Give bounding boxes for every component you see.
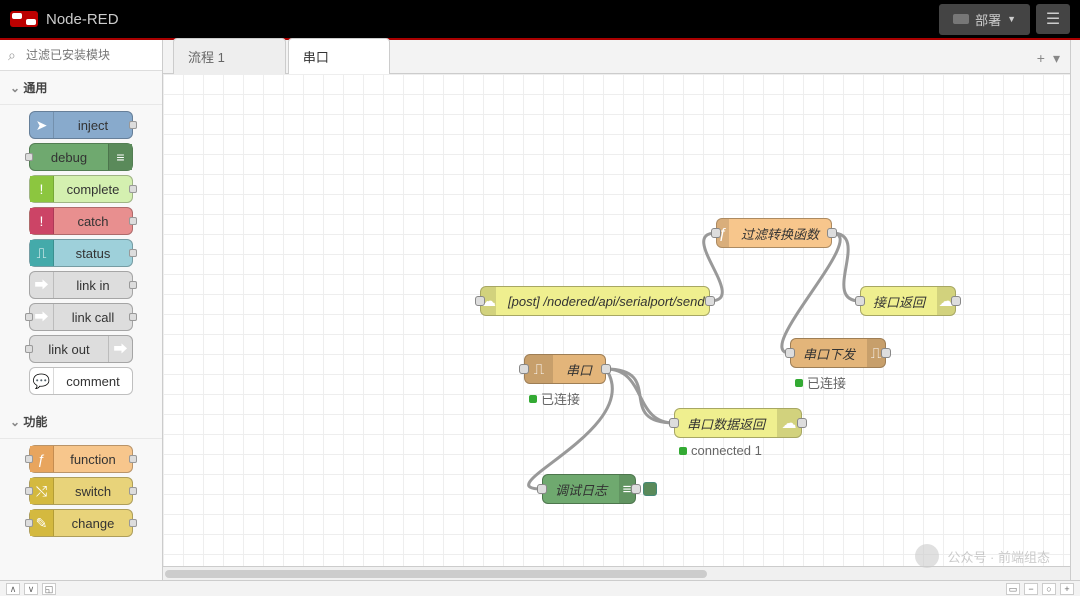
node-label: [post] /nodered/api/serialport/send [496,294,717,309]
palette-category[interactable]: 通用 [0,71,162,105]
node-label: 串口 [553,360,605,379]
node-label: link in [54,278,132,293]
zoom-in-button[interactable]: + [1060,583,1074,595]
node-label: 串口数据返回 [675,414,777,433]
palette-node-change[interactable]: ✎change [29,509,133,537]
palette-node-comment[interactable]: 💬comment [29,367,133,395]
deploy-icon [953,14,969,24]
node-label: 接口返回 [861,292,937,311]
node-label: catch [54,214,132,229]
node-icon: ⎍ [30,240,54,266]
node-icon: ⎍ [525,355,553,383]
zoom-out-button[interactable]: − [1024,583,1038,595]
node-label: status [54,246,132,261]
horizontal-scrollbar[interactable] [163,566,1070,580]
deploy-button[interactable]: 部署 ▼ [939,4,1030,35]
tab-label: 串口 [303,50,329,65]
node-label: comment [54,374,132,389]
zoom-reset-button[interactable]: ▭ [1006,583,1020,595]
palette-node-switch[interactable]: ⤭switch [29,477,133,505]
node-status: connected 1 [679,443,762,458]
node-label: 串口下发 [791,344,867,363]
palette-filter-input[interactable] [0,40,162,71]
footer-bar: ∧ ∨ ◱ ▭ − ○ + [0,580,1080,596]
node-icon: ⮕ [108,336,132,362]
zoom-fit-button[interactable]: ○ [1042,583,1056,595]
hamburger-menu-button[interactable]: ☰ [1036,4,1070,34]
palette-node-complete[interactable]: !complete [29,175,133,203]
node-label: change [54,516,132,531]
flow-node[interactable]: 调试日志≡ [542,474,636,504]
flow-node[interactable]: ☁[post] /nodered/api/serialport/send [480,286,710,316]
node-icon: ✎ [30,510,54,536]
node-icon: ⮕ [30,304,54,330]
node-icon: ≡ [108,144,132,170]
node-label: 调试日志 [543,480,619,499]
tab-flow1[interactable]: 流程 1 [173,38,286,74]
brand-name: Node-RED [46,11,119,28]
app-header: Node-RED 部署 ▼ ☰ [0,0,1080,40]
logo-icon [10,11,38,27]
node-status: 已连接 [795,373,846,392]
sidebar-right[interactable] [1070,40,1080,580]
palette-node-link-out[interactable]: link out⮕ [29,335,133,363]
node-icon: 💬 [30,368,54,394]
palette-node-inject[interactable]: ➤inject [29,111,133,139]
node-label: inject [54,118,132,133]
flow-node[interactable]: ⎍串口已连接 [524,354,606,384]
palette-node-status[interactable]: ⎍status [29,239,133,267]
palette-node-debug[interactable]: debug≡ [29,143,133,171]
navigator-button[interactable]: ◱ [42,583,56,595]
palette-up-button[interactable]: ∧ [6,583,20,595]
palette-node-catch[interactable]: !catch [29,207,133,235]
flow-node[interactable]: 串口下发⎍已连接 [790,338,886,368]
palette-node-link-call[interactable]: ⮕link call [29,303,133,331]
deploy-label: 部署 [975,10,1001,29]
node-icon: ⤭ [30,478,54,504]
node-label: 过滤转换函数 [729,224,831,243]
add-tab-button[interactable]: + [1037,50,1045,67]
search-icon [0,40,162,71]
node-label: switch [54,484,132,499]
palette-node-link-in[interactable]: ⮕link in [29,271,133,299]
node-status: 已连接 [529,389,580,408]
flow-node[interactable]: 串口数据返回☁connected 1 [674,408,802,438]
node-icon: ! [30,208,54,234]
node-label: function [54,452,132,467]
tab-menu-button[interactable]: ▾ [1053,50,1060,67]
node-icon: ⮕ [30,272,54,298]
palette-category[interactable]: 功能 [0,405,162,439]
chevron-down-icon: ▼ [1007,14,1016,24]
node-icon: ➤ [30,112,54,138]
tab-label: 流程 1 [188,50,225,65]
node-label: complete [54,182,132,197]
tab-serial[interactable]: 串口 [288,38,390,74]
workspace: 流程 1 串口 + ▾ ☁[post] /nodered/api/serialp… [163,40,1070,580]
flow-node[interactable]: 接口返回☁ [860,286,956,316]
node-label: link out [30,342,108,357]
flow-canvas[interactable]: ☁[post] /nodered/api/serialport/send ƒ过滤转… [163,74,1070,566]
flow-node[interactable]: ƒ过滤转换函数 [716,218,832,248]
palette-node-function[interactable]: ƒfunction [29,445,133,473]
palette-sidebar: 通用➤injectdebug≡!complete!catch⎍status⮕li… [0,40,163,580]
tab-bar: 流程 1 串口 + ▾ [163,40,1070,74]
node-icon: ! [30,176,54,202]
palette-down-button[interactable]: ∨ [24,583,38,595]
node-label: debug [30,150,108,165]
node-label: link call [54,310,132,325]
node-icon: ƒ [30,446,54,472]
